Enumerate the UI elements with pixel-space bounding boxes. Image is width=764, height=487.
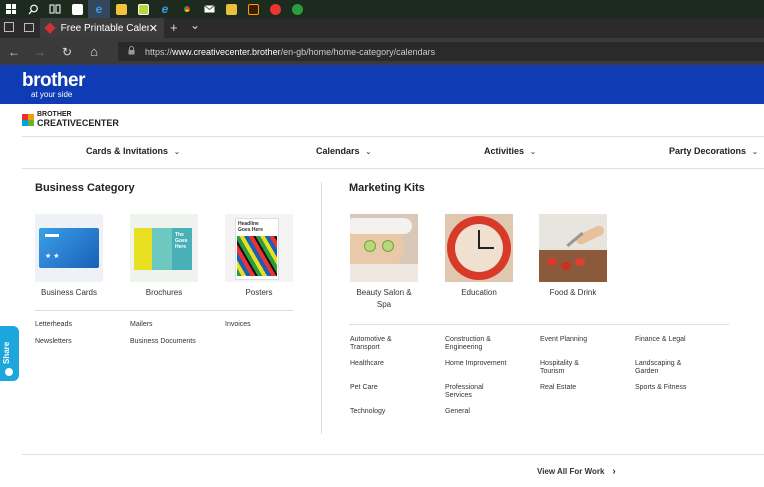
link-letterheads[interactable]: Letterheads bbox=[35, 321, 72, 329]
business-cards-label[interactable]: Business Cards bbox=[24, 287, 114, 299]
windows-start-icon[interactable] bbox=[0, 0, 22, 18]
view-all-for-work-link[interactable]: View All For Work › bbox=[537, 466, 616, 477]
link-real-estate[interactable]: Real Estate bbox=[540, 384, 576, 392]
link-automotive-transport[interactable]: Automotive & Transport bbox=[350, 336, 392, 352]
marketing-kits-title: Marketing Kits bbox=[349, 182, 425, 194]
link-mailers[interactable]: Mailers bbox=[130, 321, 153, 329]
media-icon[interactable] bbox=[220, 0, 242, 18]
link-home-improvement[interactable]: Home Improvement bbox=[445, 360, 506, 368]
share-label: Share bbox=[2, 341, 11, 364]
column-separator bbox=[321, 182, 322, 434]
brochures-thumbnail[interactable]: The Goes Here bbox=[130, 214, 198, 282]
menu-activities-label: Activities bbox=[484, 146, 525, 156]
creative-center-logo[interactable]: BROTHER CREATIVECENTER bbox=[22, 111, 119, 128]
link-event-planning[interactable]: Event Planning bbox=[540, 336, 587, 344]
link-healthcare[interactable]: Healthcare bbox=[350, 360, 384, 368]
link-invoices[interactable]: Invoices bbox=[225, 321, 251, 329]
header-divider bbox=[22, 136, 764, 137]
illustrator-icon[interactable] bbox=[242, 0, 264, 18]
beauty-salon-spa-label[interactable]: Beauty Salon & Spa bbox=[339, 287, 429, 311]
creative-center-logo-bottom: CREATIVECENTER bbox=[37, 118, 119, 128]
marketing-divider bbox=[349, 324, 729, 325]
tab-close-icon[interactable]: ✕ bbox=[149, 22, 158, 35]
food-drink-thumbnail[interactable] bbox=[539, 214, 607, 282]
menu-party-decorations[interactable]: Party Decorations ⌄ bbox=[669, 146, 758, 156]
education-thumbnail[interactable] bbox=[445, 214, 513, 282]
brother-logo[interactable]: brother at your side bbox=[22, 70, 86, 99]
business-category-title: Business Category bbox=[35, 182, 135, 194]
food-drink-label[interactable]: Food & Drink bbox=[528, 287, 618, 299]
menu-calendars-label: Calendars bbox=[316, 146, 360, 156]
business-cards-thumbnail[interactable]: ★ ★ bbox=[35, 214, 103, 282]
posters-thumbnail[interactable]: Headline Goes Here bbox=[225, 214, 293, 282]
business-divider bbox=[35, 310, 293, 311]
url-scheme: https:// bbox=[145, 46, 173, 57]
education-label[interactable]: Education bbox=[434, 287, 524, 299]
link-construction-engineering[interactable]: Construction & Engineering bbox=[445, 336, 491, 352]
tab-calendars[interactable]: Free Printable Calendars ✕ bbox=[40, 18, 164, 38]
new-tab-button[interactable]: + bbox=[170, 20, 178, 35]
store-icon[interactable] bbox=[66, 0, 88, 18]
photos-icon[interactable] bbox=[264, 0, 286, 18]
tab-actions-icon[interactable] bbox=[4, 22, 14, 32]
home-button[interactable]: ⌂ bbox=[82, 44, 106, 59]
share-icon bbox=[5, 368, 13, 376]
menu-party-decorations-label: Party Decorations bbox=[669, 146, 747, 156]
tab-list-chevron-icon[interactable]: ⌄ bbox=[190, 18, 200, 32]
link-business-documents[interactable]: Business Documents bbox=[130, 338, 196, 346]
link-finance-legal[interactable]: Finance & Legal bbox=[635, 336, 686, 344]
brother-logo-word: brother bbox=[22, 70, 86, 91]
refresh-button[interactable]: ↻ bbox=[55, 45, 79, 59]
lock-icon bbox=[128, 46, 135, 57]
app-icon[interactable] bbox=[286, 0, 308, 18]
browser-tab-bar: Free Printable Calendars ✕ + ⌄ bbox=[0, 18, 764, 38]
back-button[interactable]: ← bbox=[2, 45, 26, 59]
task-view-icon[interactable] bbox=[44, 0, 66, 18]
chevron-right-icon: › bbox=[612, 466, 616, 477]
link-general[interactable]: General bbox=[445, 408, 470, 416]
menu-divider bbox=[22, 168, 764, 169]
edge-icon[interactable]: e bbox=[88, 0, 110, 18]
brochures-label[interactable]: Brochures bbox=[119, 287, 209, 299]
chevron-down-icon: ⌄ bbox=[365, 149, 372, 156]
brother-logo-tagline: at your side bbox=[31, 90, 73, 99]
creative-center-mark-icon bbox=[22, 113, 34, 126]
chevron-down-icon: ⌄ bbox=[530, 149, 536, 156]
brother-header-bar: brother at your side bbox=[0, 65, 764, 104]
beauty-salon-spa-thumbnail[interactable] bbox=[350, 214, 418, 282]
link-newsletters[interactable]: Newsletters bbox=[35, 338, 72, 346]
chevron-down-icon: ⌄ bbox=[752, 149, 758, 156]
link-pet-care[interactable]: Pet Care bbox=[350, 384, 378, 392]
chrome-icon[interactable] bbox=[176, 0, 198, 18]
file-explorer-icon[interactable] bbox=[110, 0, 132, 18]
link-technology[interactable]: Technology bbox=[350, 408, 385, 416]
tab-favicon-icon bbox=[44, 22, 56, 34]
view-all-for-work-label: View All For Work bbox=[537, 467, 605, 476]
ie-icon[interactable]: e bbox=[154, 0, 176, 18]
url-host: www.creativecenter.brother bbox=[172, 46, 281, 57]
posters-label[interactable]: Posters bbox=[214, 287, 304, 299]
creative-center-logo-top: BROTHER bbox=[37, 111, 72, 118]
menu-cards-invitations[interactable]: Cards & Invitations ⌄ bbox=[86, 146, 180, 156]
mail-icon[interactable] bbox=[198, 0, 220, 18]
link-sports-fitness[interactable]: Sports & Fitness bbox=[635, 384, 686, 392]
set-aside-tabs-icon[interactable] bbox=[24, 23, 34, 32]
link-landscaping-garden[interactable]: Landscaping & Garden bbox=[635, 360, 681, 376]
menu-cards-invitations-label: Cards & Invitations bbox=[86, 146, 169, 156]
chevron-down-icon: ⌄ bbox=[174, 149, 180, 156]
footer-divider bbox=[22, 454, 764, 455]
sticky-app-icon[interactable] bbox=[132, 0, 154, 18]
search-icon[interactable] bbox=[22, 0, 44, 18]
windows-taskbar: e e bbox=[0, 0, 764, 18]
link-professional-services[interactable]: Professional Services bbox=[445, 384, 484, 400]
forward-button[interactable]: → bbox=[28, 45, 52, 59]
menu-activities[interactable]: Activities ⌄ bbox=[484, 146, 536, 156]
tab-title: Free Printable Calendars bbox=[60, 22, 149, 34]
link-hospitality-tourism[interactable]: Hospitality & Tourism bbox=[540, 360, 579, 376]
share-tab[interactable]: Share bbox=[0, 326, 19, 381]
menu-calendars[interactable]: Calendars ⌄ bbox=[316, 146, 371, 156]
browser-address-bar: ← → ↻ ⌂ https://www.creativecenter.broth… bbox=[0, 38, 764, 65]
url-path: /en-gb/home/home-category/calendars bbox=[280, 46, 436, 57]
url-field[interactable]: https://www.creativecenter.brother/en-gb… bbox=[118, 42, 764, 61]
